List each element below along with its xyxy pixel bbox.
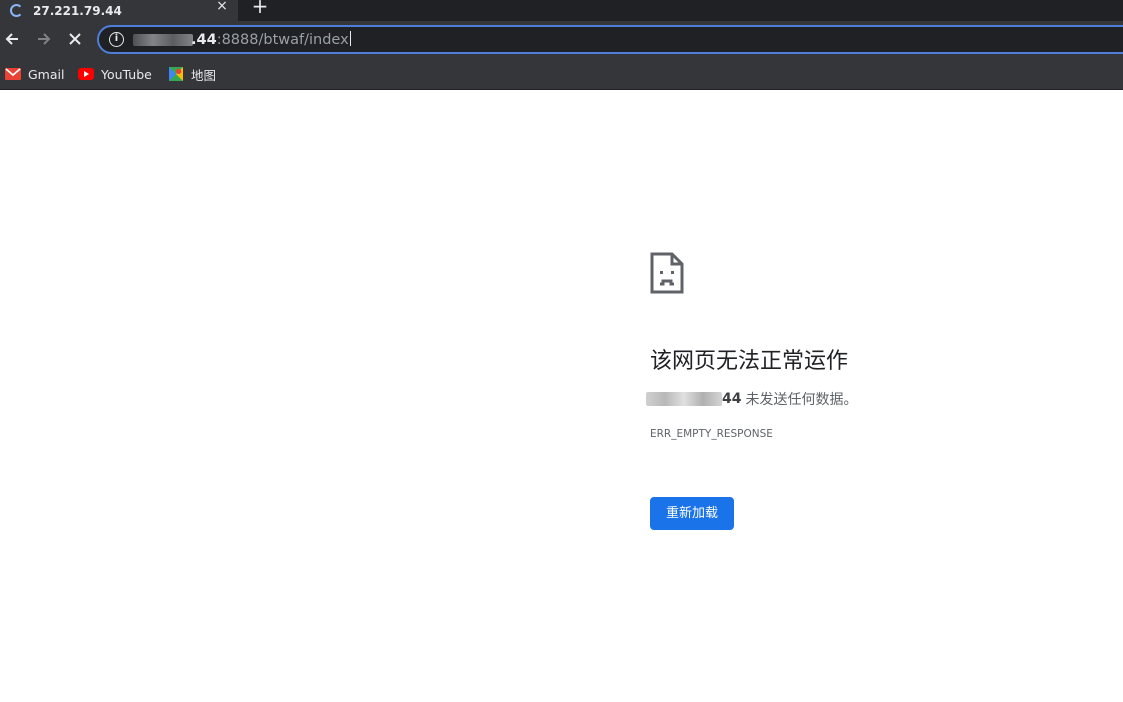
error-host: 44 [722,391,742,407]
bookmarks-bar: Gmail YouTube 地图 [0,58,1123,90]
youtube-icon [78,68,94,80]
error-message-text: 未发送任何数据。 [745,392,858,408]
tab-strip: 27.221.79.44 × + [0,0,1123,21]
redacted-ip [646,392,722,406]
forward-button[interactable] [32,27,56,51]
bookmark-maps[interactable]: 地图 [168,66,217,83]
error-code: ERR_EMPTY_RESPONSE [650,428,773,440]
reload-button[interactable]: 重新加载 [650,497,734,530]
url-text[interactable]: .44:8888/btwaf/index [191,31,351,48]
toolbar: i .44:8888/btwaf/index [0,21,1123,58]
bookmark-gmail[interactable]: Gmail [5,66,64,82]
loading-spinner-icon [10,4,23,17]
stop-loading-button[interactable] [63,27,87,51]
tab-close-icon[interactable]: × [214,0,230,14]
error-message: 44 未发送任何数据。 [646,389,857,409]
error-title: 该网页无法正常运作 [650,349,849,374]
back-button[interactable] [0,27,24,51]
bookmark-youtube[interactable]: YouTube [78,66,152,82]
gmail-icon [5,68,21,80]
forward-arrow-icon [38,33,51,45]
url-host: .44 [191,32,217,48]
url-path: :8888/btwaf/index [216,32,349,48]
tab-title: 27.221.79.44 [33,3,122,18]
text-cursor [349,31,351,46]
bookmark-label: 地图 [191,67,217,83]
bookmark-label: YouTube [101,66,152,82]
bookmark-label: Gmail [28,66,65,82]
maps-icon [169,67,183,81]
address-bar[interactable]: i .44:8888/btwaf/index [97,25,1123,54]
new-tab-button[interactable]: + [251,0,269,16]
back-arrow-icon [5,33,18,45]
tab-active[interactable]: 27.221.79.44 × [0,0,238,21]
site-info-icon[interactable]: i [109,32,124,47]
sad-page-icon [650,252,684,294]
page-content: 该网页无法正常运作 44 未发送任何数据。 ERR_EMPTY_RESPONSE… [0,91,1123,702]
redacted-host [133,34,193,46]
stop-x-icon [69,33,81,45]
